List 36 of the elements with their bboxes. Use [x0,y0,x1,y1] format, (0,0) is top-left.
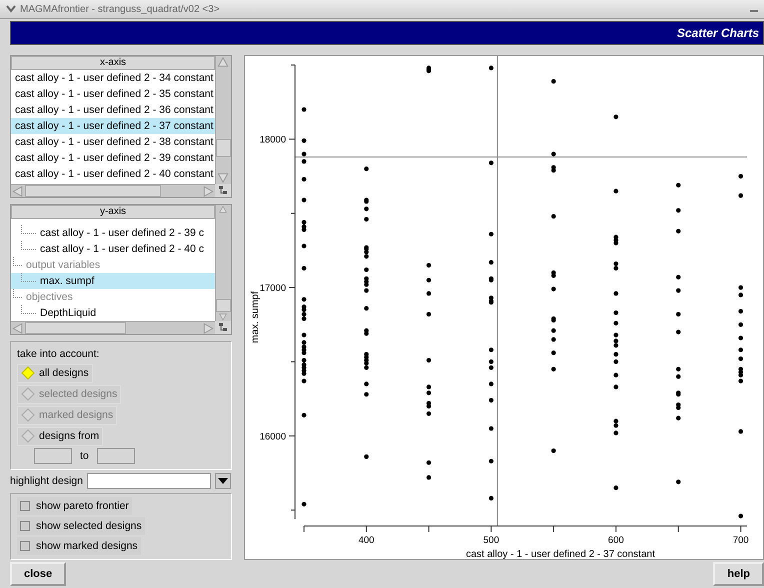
tree-group-label[interactable]: objectives [26,289,73,306]
x-tick-label: 700 [732,535,749,546]
checkbox-option[interactable]: show pareto frontier [17,497,132,515]
list-item[interactable]: cast alloy - 1 - user defined 2 - 36 constant [11,102,215,118]
tree-item[interactable]: cast alloy - 1 - user defined 2 - 39 c [11,225,215,242]
header-title: Scatter Charts [676,26,759,40]
x-tick-label: 500 [483,535,500,546]
radio-option[interactable]: all designs [17,364,93,383]
list-header[interactable]: y-axis [11,205,215,220]
x-tick-label: 600 [608,535,624,546]
list-header[interactable]: x-axis [11,56,215,70]
tree-item[interactable]: cast alloy - 1 - user defined 2 - 40 c [11,241,215,258]
tree-item[interactable]: DepthLiquid [11,305,215,322]
tree-item[interactable]: max. sumpf [11,273,215,290]
y-tick-label: 17000 [260,283,286,294]
section-label: take into account: [17,348,100,360]
x-axis-label: cast alloy - 1 - user defined 2 - 37 constant [466,549,655,559]
checkbox-option[interactable]: show selected designs [17,517,145,535]
y-tick-label: 16000 [260,431,286,442]
list-item[interactable]: cast alloy - 1 - user defined 2 - 38 constant [11,134,215,150]
x-tick-label: 400 [358,535,374,546]
radio-option[interactable]: designs from [17,426,104,446]
list-item[interactable]: cast alloy - 1 - user defined 2 - 37 constant [11,118,215,134]
list-item[interactable]: cast alloy - 1 - user defined 2 - 35 constant [11,86,215,102]
window-title: MAGMAfrontier - stranguss_quadrat/v02 <3> [20,4,221,14]
list-item[interactable]: cast alloy - 1 - user defined 2 - 40 constant [11,166,215,182]
y-tick-label: 18000 [260,134,286,146]
list-item[interactable]: cast alloy - 1 - user defined 2 - 34 constant [11,70,215,86]
close-button[interactable]: close [10,562,66,586]
y-axis-label: max. sumpf [250,291,261,344]
range-separator: to [80,450,89,462]
tree-group-label[interactable]: output variables [26,257,100,274]
help-button[interactable]: help [713,562,764,586]
checkbox-option[interactable]: show marked designs [17,537,141,555]
highlight-label: highlight design [10,475,83,488]
list-item[interactable]: cast alloy - 1 - user defined 2 - 39 constant [11,150,215,166]
